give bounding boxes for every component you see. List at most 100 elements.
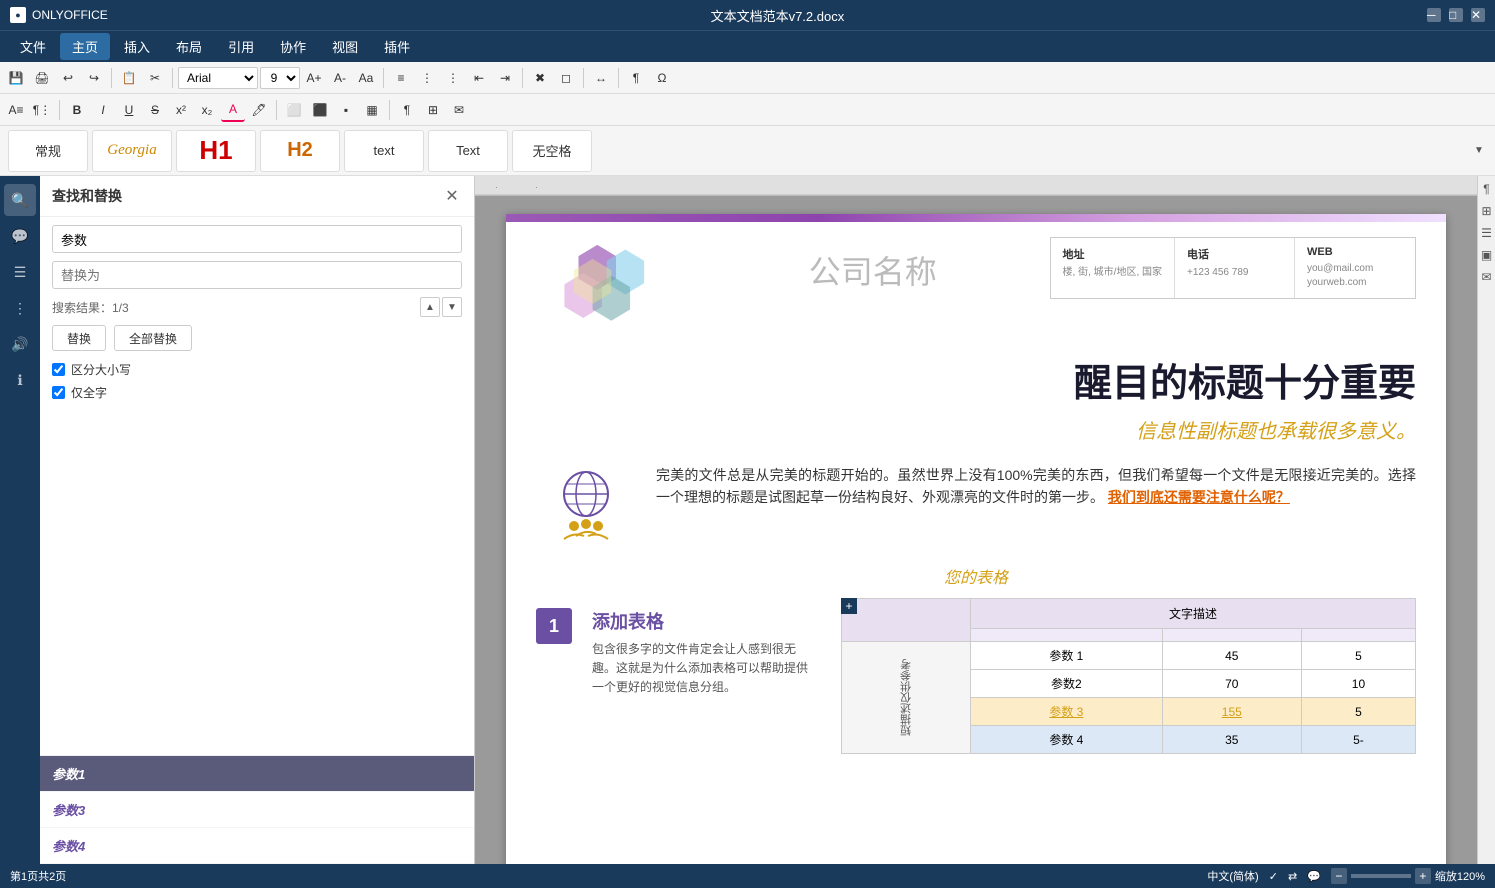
replace-btn[interactable]: 替换 [52,325,106,351]
strikethrough-btn[interactable]: S [143,98,167,122]
para-style-btn[interactable]: ¶⋮ [30,98,54,122]
align-justify-btn[interactable]: ▦ [360,98,384,122]
special-insert-btn[interactable]: ⊞ [421,98,445,122]
track-changes-icon[interactable]: ⇄ [1288,870,1297,883]
right-icon-mail[interactable]: ✉ [1481,270,1491,284]
redo-btn[interactable]: ↪ [82,66,106,90]
case-sensitive-label: 区分大小写 [71,361,131,378]
sidebar-list-icon[interactable]: ⋮ [4,292,36,324]
cut-btn[interactable]: ✂ [143,66,167,90]
save-btn[interactable]: 💾 [4,66,28,90]
find-input[interactable] [52,225,462,253]
menu-collab[interactable]: 协作 [268,33,318,60]
clear-format-btn[interactable]: ✖ [528,66,552,90]
data-table: 文字描述 短描述仅供参考 [841,598,1416,754]
format-para-btn[interactable]: ¶ [624,66,648,90]
find-replace-close-btn[interactable]: ✕ [442,186,462,206]
whole-word-option[interactable]: 仅全字 [52,384,462,401]
replace-all-btn[interactable]: 全部替换 [114,325,192,351]
align-left-btn[interactable]: ⬜ [282,98,306,122]
body-link[interactable]: 我们到底还需要注意什么呢？ [1108,489,1290,505]
underline-btn[interactable]: U [117,98,141,122]
highlight-btn[interactable]: 🖊 [247,98,271,122]
phone-value: +123 456 789 [1187,266,1282,280]
right-icon-grid[interactable]: ⊞ [1481,204,1491,218]
section-number: 1 [536,608,572,644]
menu-insert[interactable]: 插入 [112,33,162,60]
zoom-in-btn[interactable]: + [1415,868,1431,884]
company-info: 地址 楼, 街, 城市/地区, 国家 电话 +123 456 789 WEB y… [1050,237,1416,299]
replace-input[interactable] [52,261,462,289]
bold-btn[interactable]: B [65,98,89,122]
ruler: · · [475,176,1477,196]
sidebar-comment-icon[interactable]: 💬 [4,220,36,252]
minimize-btn[interactable]: ─ [1427,8,1441,22]
window-controls[interactable]: ─ □ ✕ [1427,8,1485,22]
maximize-btn[interactable]: □ [1449,8,1463,22]
styles-expand-arrow[interactable]: ▼ [1471,130,1487,172]
print-btn[interactable]: 🖨 [30,66,54,90]
right-icon-list[interactable]: ☰ [1481,226,1492,240]
toolbar-2: A≡ ¶⋮ B I U S x² x₂ A 🖊 ⬜ ⬛ ▪ ▦ ¶ ⊞ ✉ [0,94,1495,126]
superscript-btn[interactable]: x² [169,98,193,122]
zoom-slider-track[interactable] [1351,874,1411,878]
style-georgia[interactable]: Georgia [92,130,172,172]
result-item-1[interactable]: 参数1 [40,756,474,792]
row1-label: 参数 1 [971,642,1163,670]
font-color-btn[interactable]: A [221,98,245,122]
search-next-btn[interactable]: ▼ [442,297,462,317]
mail-btn[interactable]: ✉ [447,98,471,122]
whole-word-checkbox[interactable] [52,386,65,399]
font-size-select[interactable]: 9 [260,67,300,89]
spell-check-icon[interactable]: ✓ [1269,870,1278,883]
style-text[interactable]: text [344,130,424,172]
subscript-btn[interactable]: x₂ [195,98,219,122]
sidebar-nav-icon[interactable]: ☰ [4,256,36,288]
menu-plugin[interactable]: 插件 [372,33,422,60]
menu-layout[interactable]: 布局 [164,33,214,60]
align-center-btn[interactable]: ⬛ [308,98,332,122]
result-item-3[interactable]: 参数4 [40,828,474,864]
sidebar-speaker-icon[interactable]: 🔊 [4,328,36,360]
sidebar-info-icon[interactable]: ℹ [4,364,36,396]
close-btn[interactable]: ✕ [1471,8,1485,22]
indent-inc-btn[interactable]: ⇥ [493,66,517,90]
undo-btn[interactable]: ↩ [56,66,80,90]
font-name-select[interactable]: Arial [178,67,258,89]
case-sensitive-option[interactable]: 区分大小写 [52,361,462,378]
style-h2[interactable]: H2 [260,130,340,172]
font-decrease-btn[interactable]: A- [328,66,352,90]
style-normal[interactable]: 常规 [8,130,88,172]
special-char-btn[interactable]: Ω [650,66,674,90]
case-sensitive-checkbox[interactable] [52,363,65,376]
list-multi-btn[interactable]: ⋮ [441,66,465,90]
zoom-out-btn[interactable]: − [1331,868,1347,884]
style-btn[interactable]: ◻ [554,66,578,90]
menu-view[interactable]: 视图 [320,33,370,60]
italic-btn[interactable]: I [91,98,115,122]
font-case-btn[interactable]: Aa [354,66,378,90]
font-increase-btn[interactable]: A+ [302,66,326,90]
styles-btn[interactable]: A≡ [4,98,28,122]
language-label[interactable]: 中文(简体) [1207,868,1258,884]
result-item-2[interactable]: 参数3 [40,792,474,828]
menu-reference[interactable]: 引用 [216,33,266,60]
indent-dec-btn[interactable]: ⇤ [467,66,491,90]
style-h1[interactable]: H1 [176,130,256,172]
menu-home[interactable]: 主页 [60,33,110,60]
align-more-btn[interactable]: ↔ [589,66,613,90]
list-num-btn[interactable]: ⋮ [415,66,439,90]
paste-btn[interactable]: 📋 [117,66,141,90]
comment-icon-status[interactable]: 💬 [1307,870,1321,883]
format-mark-btn[interactable]: ¶ [395,98,419,122]
right-icon-img[interactable]: ▣ [1481,248,1492,262]
menu-file[interactable]: 文件 [8,33,58,60]
right-icon-para[interactable]: ¶ [1483,182,1489,196]
table-add-btn[interactable]: + [841,598,857,614]
sidebar-search-icon[interactable]: 🔍 [4,184,36,216]
list-bullet-btn[interactable]: ≡ [389,66,413,90]
align-right-btn[interactable]: ▪ [334,98,358,122]
search-prev-btn[interactable]: ▲ [420,297,440,317]
style-Text-cap[interactable]: Text [428,130,508,172]
style-nospace[interactable]: 无空格 [512,130,592,172]
